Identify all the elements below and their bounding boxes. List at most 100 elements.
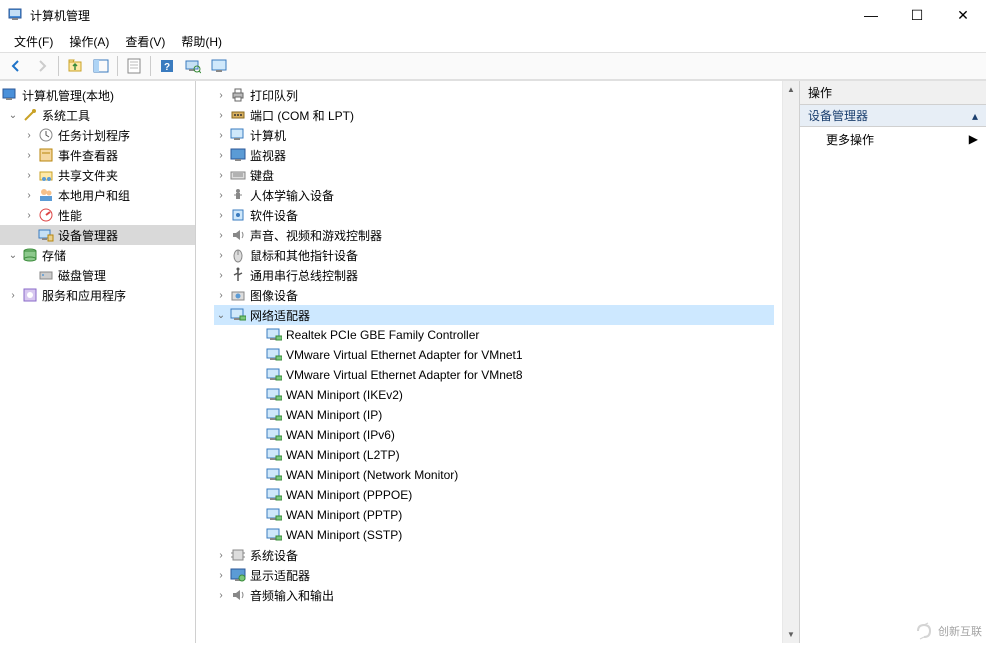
expand-icon[interactable]: › (214, 88, 228, 102)
keyboard-icon (230, 167, 246, 183)
nav-disk-mgmt[interactable]: 磁盘管理 (0, 265, 195, 285)
expand-icon[interactable]: › (214, 288, 228, 302)
nav-shared-folders[interactable]: › 共享文件夹 (0, 165, 195, 185)
device-usb[interactable]: › 通用串行总线控制器 (214, 265, 774, 285)
app-icon (8, 7, 24, 23)
nav-system-tools[interactable]: ⌄ 系统工具 (0, 105, 195, 125)
nav-services-apps[interactable]: › 服务和应用程序 (0, 285, 195, 305)
expand-icon[interactable]: › (214, 228, 228, 242)
network-adapter-10[interactable]: WAN Miniport (SSTP) (214, 525, 774, 545)
expand-icon[interactable]: › (22, 148, 36, 162)
show-hide-tree-button[interactable] (89, 55, 113, 77)
network-adapter-3[interactable]: WAN Miniport (IKEv2) (214, 385, 774, 405)
device-mice[interactable]: › 鼠标和其他指针设备 (214, 245, 774, 265)
nav-device-manager[interactable]: 设备管理器 (0, 225, 195, 245)
expand-icon[interactable]: › (214, 208, 228, 222)
vertical-scrollbar[interactable]: ▲ ▼ (782, 81, 799, 643)
scroll-track[interactable] (783, 98, 799, 626)
network-adapter-1[interactable]: VMware Virtual Ethernet Adapter for VMne… (214, 345, 774, 365)
expand-icon[interactable]: › (214, 248, 228, 262)
network-adapter-10-label: WAN Miniport (SSTP) (286, 528, 402, 542)
device-ports[interactable]: › 端口 (COM 和 LPT) (214, 105, 774, 125)
expand-icon[interactable]: › (22, 128, 36, 142)
collapse-icon[interactable]: ⌄ (214, 308, 228, 322)
expand-icon[interactable]: › (214, 168, 228, 182)
expand-icon[interactable]: › (214, 148, 228, 162)
expand-icon[interactable]: › (214, 588, 228, 602)
device-network-adapters[interactable]: ⌄ 网络适配器 (214, 305, 774, 325)
expand-icon[interactable]: › (6, 288, 20, 302)
monitor-button[interactable] (207, 55, 231, 77)
scan-hardware-button[interactable] (181, 55, 205, 77)
expand-icon[interactable]: › (214, 268, 228, 282)
menu-help[interactable]: 帮助(H) (175, 31, 228, 52)
sound-icon (230, 587, 246, 603)
nav-performance[interactable]: › 性能 (0, 205, 195, 225)
tools-icon (22, 107, 38, 123)
expand-icon[interactable]: › (22, 188, 36, 202)
nav-event-viewer[interactable]: › 事件查看器 (0, 145, 195, 165)
nic-icon (266, 507, 282, 523)
nav-local-users[interactable]: › 本地用户和组 (0, 185, 195, 205)
network-adapter-4[interactable]: WAN Miniport (IP) (214, 405, 774, 425)
expand-icon[interactable]: › (214, 568, 228, 582)
network-adapter-5[interactable]: WAN Miniport (IPv6) (214, 425, 774, 445)
scroll-down-arrow[interactable]: ▼ (783, 626, 799, 643)
device-print-queues[interactable]: › 打印队列 (214, 85, 774, 105)
device-hid[interactable]: › 人体学输入设备 (214, 185, 774, 205)
network-adapter-6[interactable]: WAN Miniport (L2TP) (214, 445, 774, 465)
device-software[interactable]: › 软件设备 (214, 205, 774, 225)
network-adapter-9-label: WAN Miniport (PPTP) (286, 508, 402, 522)
menu-view[interactable]: 查看(V) (119, 31, 171, 52)
spacer (250, 468, 264, 482)
expand-icon[interactable]: › (214, 128, 228, 142)
network-adapter-9[interactable]: WAN Miniport (PPTP) (214, 505, 774, 525)
device-display-adapters[interactable]: › 显示适配器 (214, 565, 774, 585)
users-icon (38, 187, 54, 203)
network-adapter-8[interactable]: WAN Miniport (PPPOE) (214, 485, 774, 505)
expand-icon[interactable]: › (214, 548, 228, 562)
device-imaging[interactable]: › 图像设备 (214, 285, 774, 305)
menu-file[interactable]: 文件(F) (8, 31, 59, 52)
device-system-devices[interactable]: › 系统设备 (214, 545, 774, 565)
nic-icon (266, 447, 282, 463)
device-keyboards[interactable]: › 键盘 (214, 165, 774, 185)
nav-system-tools-label: 系统工具 (42, 107, 90, 124)
nav-root[interactable]: 计算机管理(本地) (0, 85, 195, 105)
nav-task-scheduler-label: 任务计划程序 (58, 127, 130, 144)
device-computer[interactable]: › 计算机 (214, 125, 774, 145)
forward-button[interactable] (30, 55, 54, 77)
collapse-icon[interactable]: ⌄ (6, 108, 20, 122)
device-monitors[interactable]: › 监视器 (214, 145, 774, 165)
chip-icon (230, 547, 246, 563)
more-actions[interactable]: 更多操作 ▶ (800, 127, 986, 151)
expand-icon[interactable]: › (22, 168, 36, 182)
sound-icon (230, 227, 246, 243)
network-adapter-7[interactable]: WAN Miniport (Network Monitor) (214, 465, 774, 485)
network-adapter-2[interactable]: VMware Virtual Ethernet Adapter for VMne… (214, 365, 774, 385)
expand-icon[interactable]: › (214, 188, 228, 202)
minimize-button[interactable]: — (848, 0, 894, 30)
nic-icon (266, 467, 282, 483)
up-button[interactable] (63, 55, 87, 77)
back-button[interactable] (4, 55, 28, 77)
computer-mgmt-icon (2, 87, 18, 103)
nav-task-scheduler[interactable]: › 任务计划程序 (0, 125, 195, 145)
device-sound[interactable]: › 声音、视频和游戏控制器 (214, 225, 774, 245)
menu-action[interactable]: 操作(A) (63, 31, 115, 52)
device-network-adapters-label: 网络适配器 (250, 307, 310, 324)
help-button[interactable]: ? (155, 55, 179, 77)
nav-storage[interactable]: ⌄ 存储 (0, 245, 195, 265)
more-actions-label: 更多操作 (826, 131, 874, 148)
expand-icon[interactable]: › (22, 208, 36, 222)
maximize-button[interactable]: ☐ (894, 0, 940, 30)
collapse-icon[interactable]: ⌄ (6, 248, 20, 262)
properties-button[interactable] (122, 55, 146, 77)
scroll-up-arrow[interactable]: ▲ (783, 81, 799, 98)
device-audio-io[interactable]: › 音频输入和输出 (214, 585, 774, 605)
nav-services-apps-label: 服务和应用程序 (42, 287, 126, 304)
actions-section[interactable]: 设备管理器 ▴ (800, 105, 986, 127)
expand-icon[interactable]: › (214, 108, 228, 122)
network-adapter-0[interactable]: Realtek PCIe GBE Family Controller (214, 325, 774, 345)
close-button[interactable]: ✕ (940, 0, 986, 30)
